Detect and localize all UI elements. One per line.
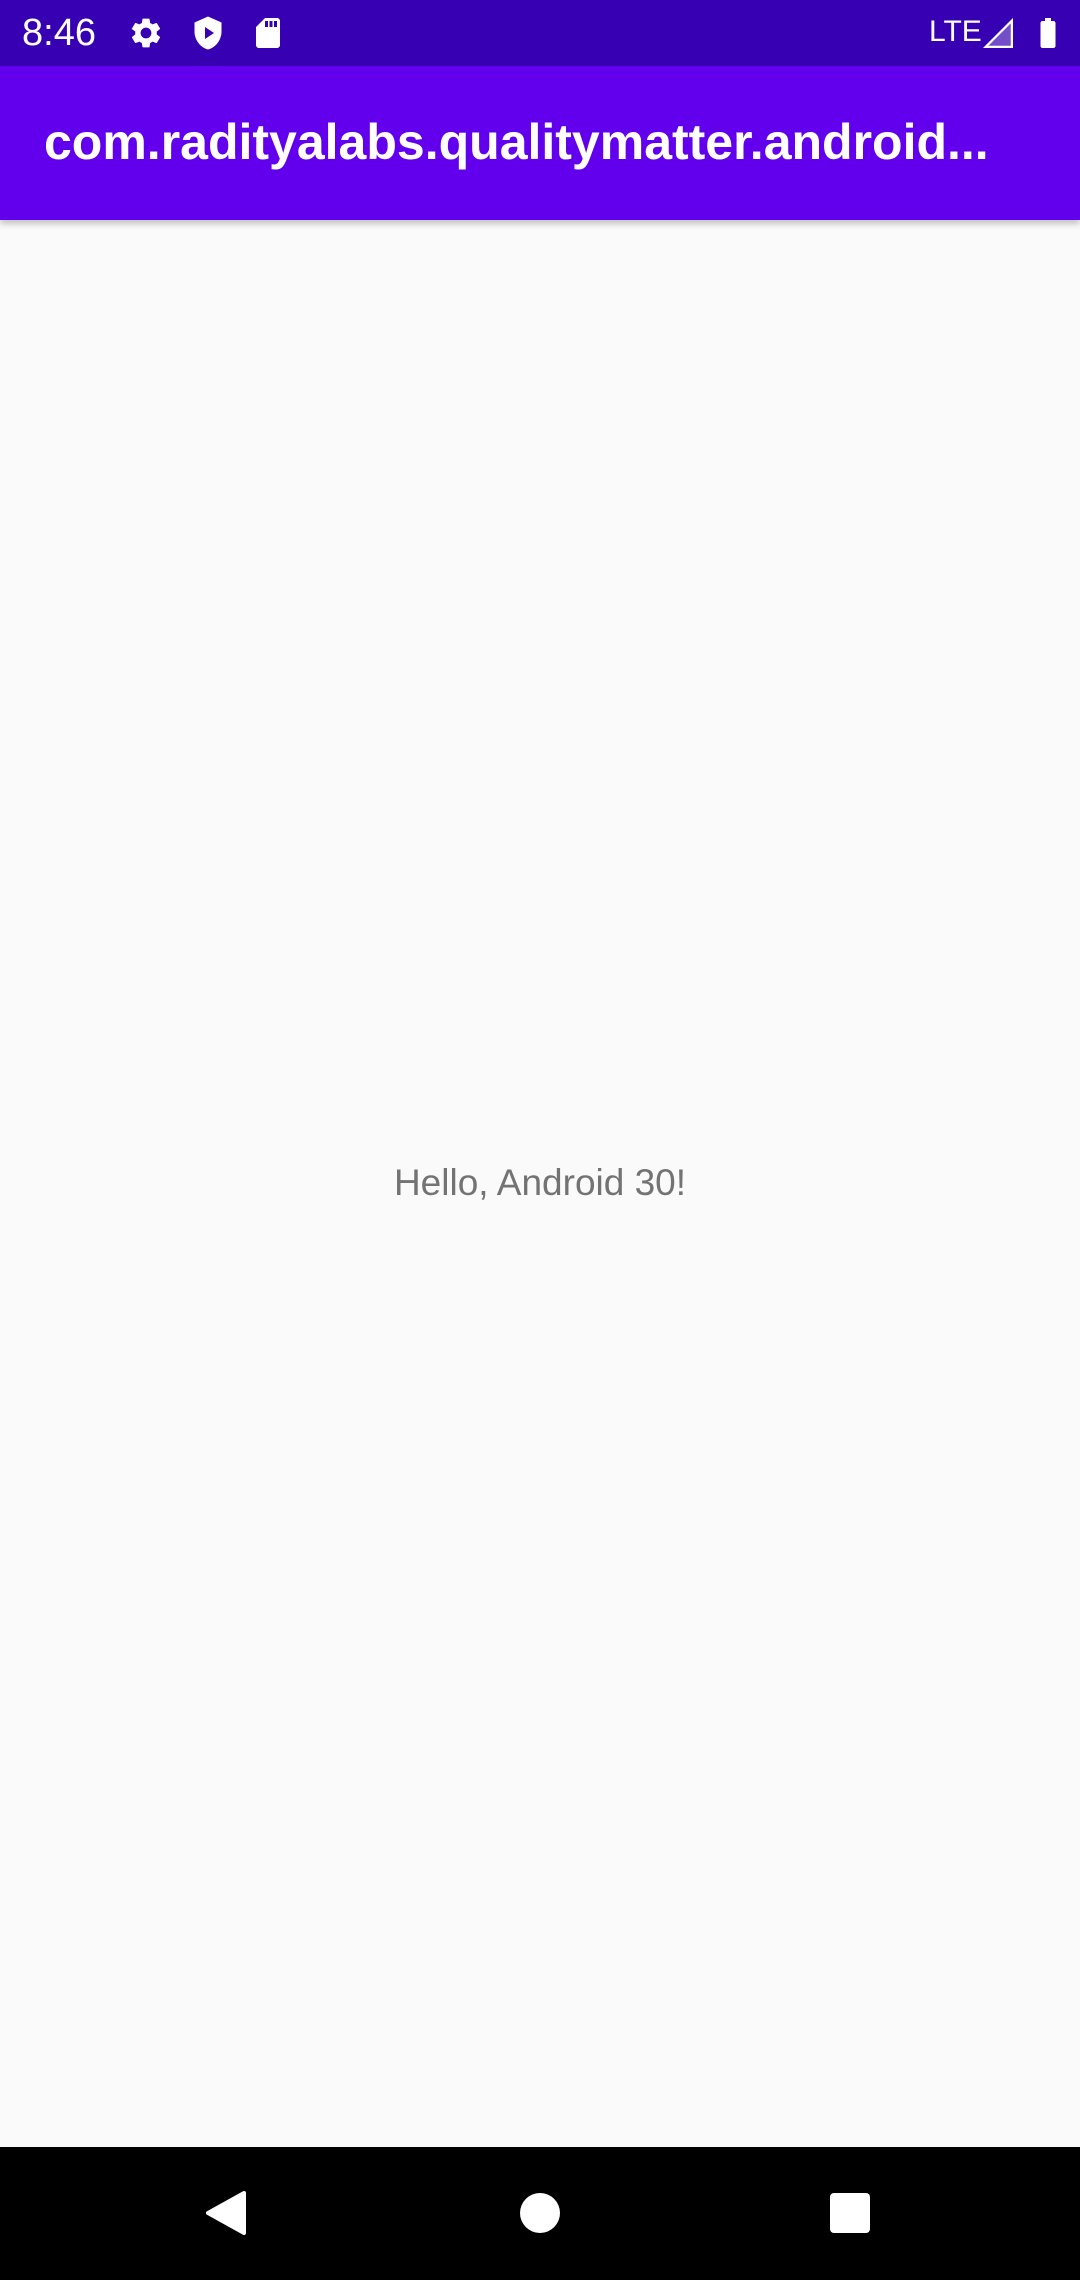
network-type-label: LTE [929,15,982,48]
signal-icon [980,15,1016,51]
main-content: Hello, Android 30! [0,220,1080,2147]
recents-icon [830,2193,870,2233]
settings-icon [128,15,164,51]
home-button[interactable] [500,2173,580,2253]
status-bar: 8:46 LTE [0,0,1080,66]
battery-icon [1030,15,1066,51]
hello-message: Hello, Android 30! [393,1162,687,1203]
home-icon [520,2193,560,2233]
navigation-bar [0,2147,1080,2280]
screen: 8:46 LTE com.radityalabs.qualitymatter.a… [0,0,1080,2280]
back-icon [206,2191,246,2235]
recents-button[interactable] [810,2173,890,2253]
shield-play-icon [190,15,226,51]
status-time: 8:46 [22,12,96,54]
sd-card-icon [250,15,286,51]
app-bar: com.radityalabs.qualitymatter.android... [0,66,1080,220]
app-title: com.radityalabs.qualitymatter.android... [44,114,989,170]
back-button[interactable] [186,2173,266,2253]
